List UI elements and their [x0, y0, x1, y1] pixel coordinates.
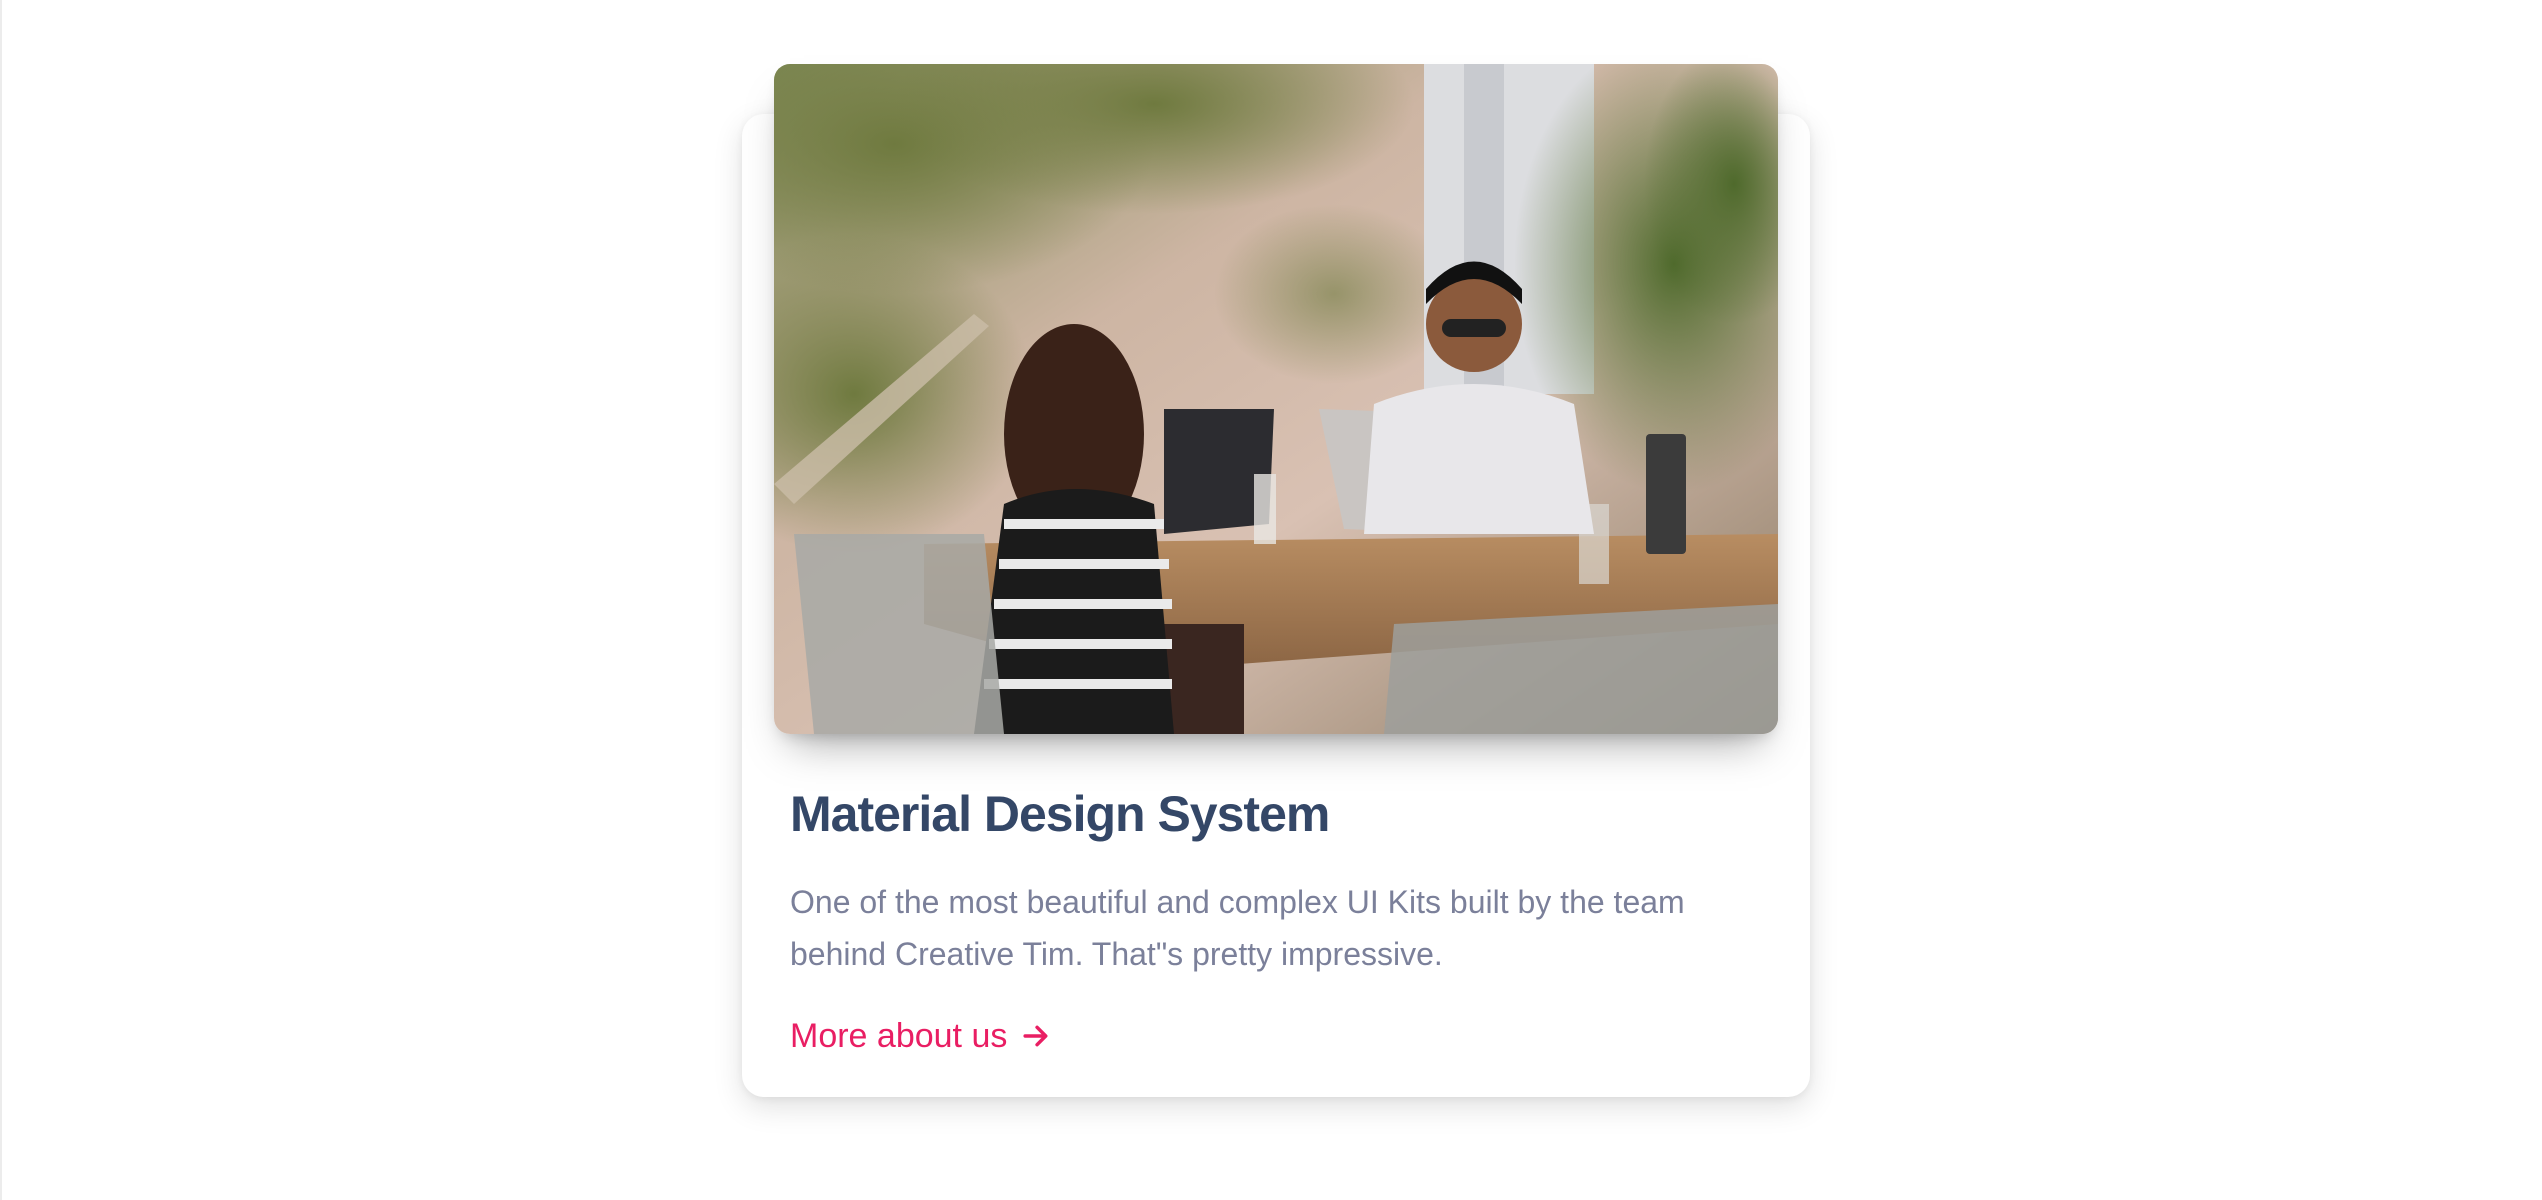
card-title: Material Design System — [790, 786, 1330, 842]
arrow-right-icon — [1023, 1025, 1048, 1047]
page: Material Design System One of the most b… — [0, 0, 2542, 1200]
card-image — [774, 64, 1778, 734]
card-body: Material Design System One of the most b… — [790, 772, 1770, 1060]
more-about-us-link[interactable]: More about us — [790, 1012, 1049, 1060]
card-description: One of the most beautiful and complex UI… — [790, 884, 1685, 972]
more-about-us-label: More about us — [790, 1017, 1008, 1055]
